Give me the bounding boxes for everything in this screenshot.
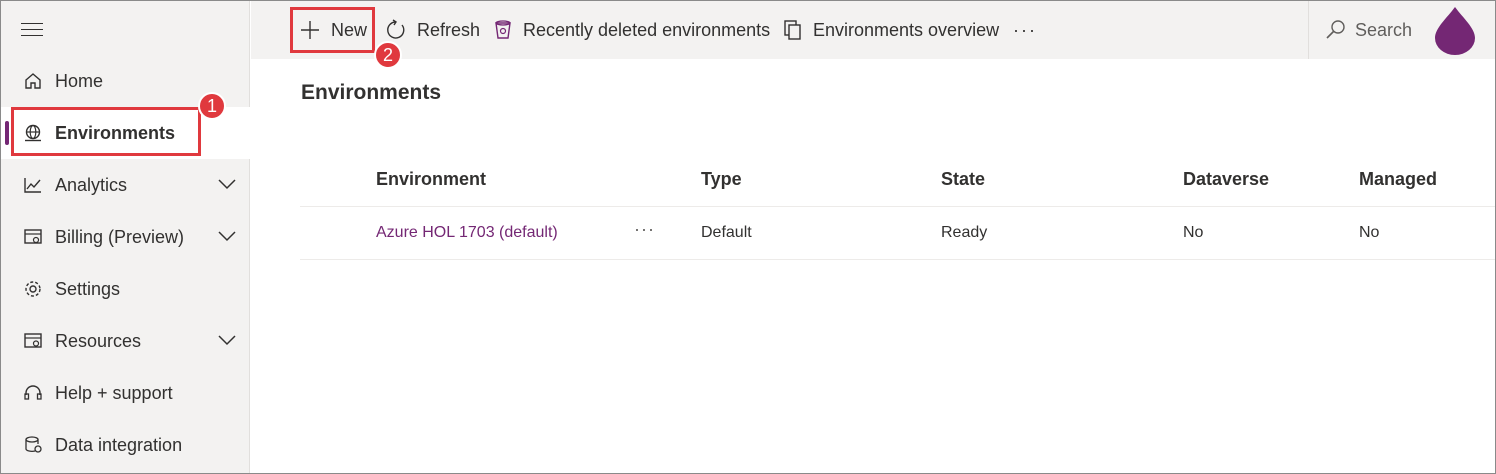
sidebar-item-label: Billing (Preview) (55, 226, 185, 247)
environments-overview-label: Environments overview (813, 19, 1000, 40)
chevron-down-icon[interactable] (217, 333, 237, 349)
sidebar-item-label: Data integration (55, 434, 183, 455)
sidebar-item-label: Help + support (55, 382, 173, 403)
data-integration-icon (22, 434, 44, 456)
column-header-managed[interactable]: Managed (1359, 169, 1437, 190)
hamburger-menu-icon[interactable] (21, 19, 43, 41)
environment-type: Default (701, 224, 752, 241)
environment-dataverse: No (1183, 224, 1204, 241)
new-button-label: New (331, 19, 368, 40)
callout-badge-1: 1 (198, 92, 226, 120)
chevron-down-icon[interactable] (217, 229, 237, 245)
column-header-type[interactable]: Type (701, 169, 742, 190)
refresh-button-label: Refresh (417, 19, 481, 40)
copy-pages-icon (784, 20, 801, 40)
row-more-options-icon[interactable]: ··· (634, 219, 655, 240)
power-platform-logo-icon (1435, 7, 1475, 55)
sidebar-item-billing[interactable]: Billing (Preview) (1, 211, 250, 263)
column-header-state[interactable]: State (941, 169, 985, 190)
sidebar: Home Environments Analytics Billing (Pre… (1, 1, 250, 473)
sidebar-item-label: Home (55, 70, 104, 91)
refresh-icon (387, 19, 405, 39)
sidebar-item-label: Environments (55, 122, 176, 143)
sidebar-item-data-integration[interactable]: Data integration (1, 419, 250, 471)
environments-table: Environment Type State Dataverse Managed… (300, 153, 1495, 260)
home-icon (22, 70, 44, 92)
app-window: Home Environments Analytics Billing (Pre… (0, 0, 1496, 474)
recycle-bin-icon (495, 20, 511, 39)
search-box[interactable]: Search (1308, 1, 1423, 59)
search-icon (1326, 20, 1345, 39)
environment-state: Ready (941, 224, 988, 241)
sidebar-item-resources[interactable]: Resources (1, 315, 250, 367)
column-header-environment[interactable]: Environment (376, 169, 486, 190)
chevron-down-icon[interactable] (217, 177, 237, 193)
billing-icon (22, 226, 44, 248)
resources-icon (22, 330, 44, 352)
command-bar: New Refresh Recently deleted environment… (251, 1, 1495, 59)
plus-icon (301, 21, 319, 39)
sidebar-item-analytics[interactable]: Analytics (1, 159, 250, 211)
table-header: Environment Type State Dataverse Managed (300, 153, 1495, 207)
environment-name-link[interactable]: Azure HOL 1703 (default) (376, 224, 558, 242)
page-title: Environments (301, 81, 442, 104)
new-button[interactable]: New (299, 1, 367, 59)
environments-overview-button[interactable]: Environments overview (783, 1, 999, 59)
sidebar-item-label: Analytics (55, 174, 128, 195)
globe-icon (22, 122, 44, 144)
sidebar-item-label: Resources (55, 330, 142, 351)
callout-badge-2: 2 (374, 41, 402, 69)
column-header-dataverse[interactable]: Dataverse (1183, 169, 1269, 190)
more-icon: ··· (1013, 19, 1037, 40)
analytics-icon (22, 174, 44, 196)
sidebar-item-label: Settings (55, 278, 121, 299)
recently-deleted-button[interactable]: Recently deleted environments (493, 1, 770, 59)
table-row[interactable]: Azure HOL 1703 (default) ··· Default Rea… (300, 207, 1495, 260)
sidebar-item-help-support[interactable]: Help + support (1, 367, 250, 419)
more-commands-button[interactable]: ··· (1013, 1, 1037, 59)
sidebar-item-settings[interactable]: Settings (1, 263, 250, 315)
headset-icon (22, 382, 44, 404)
environment-managed: No (1359, 224, 1380, 241)
search-placeholder: Search (1355, 19, 1413, 40)
gear-icon (22, 278, 44, 300)
recently-deleted-label: Recently deleted environments (523, 19, 771, 40)
